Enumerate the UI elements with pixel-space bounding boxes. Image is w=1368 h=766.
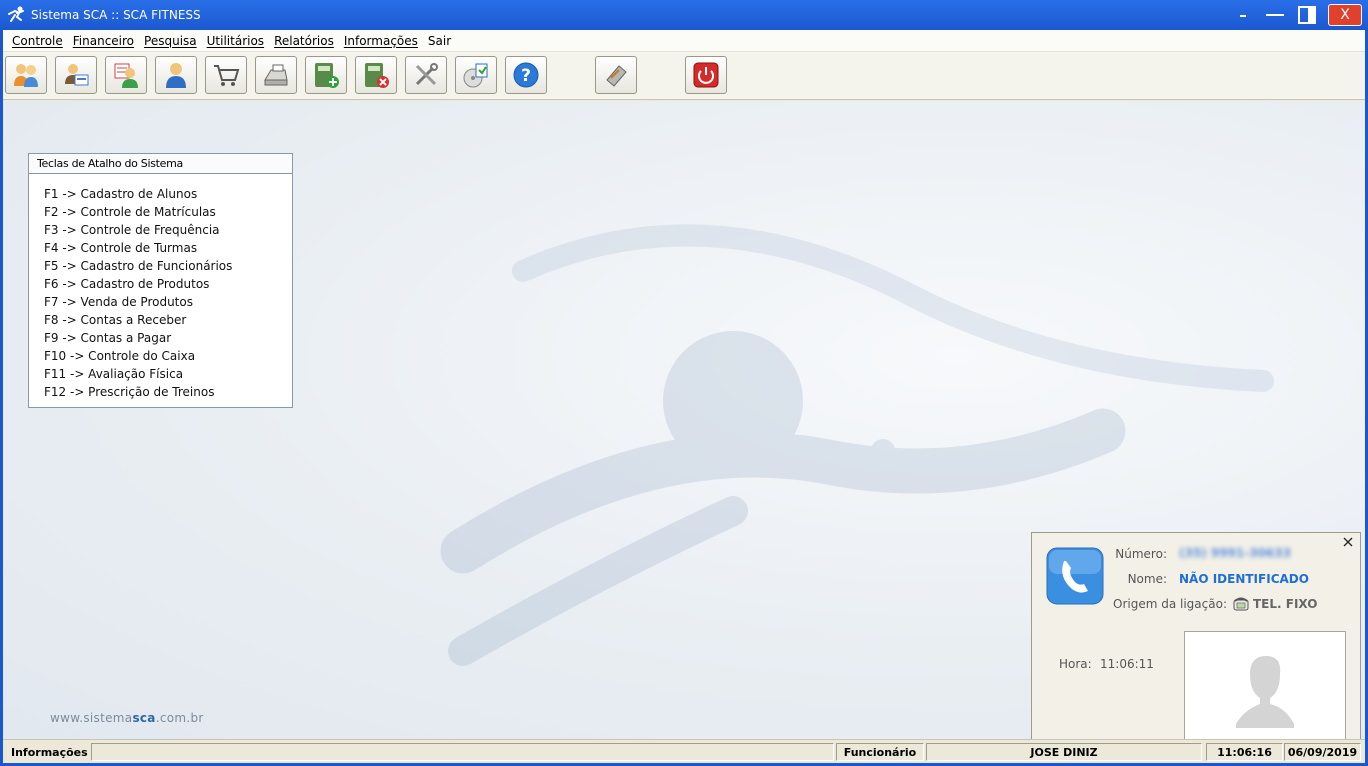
tools-button[interactable]: [405, 56, 447, 94]
close-button[interactable]: X: [1328, 4, 1362, 26]
maximize-button[interactable]: [1260, 3, 1290, 27]
status-role-label: Funcionário: [836, 743, 924, 761]
calculator-remove-button[interactable]: [355, 56, 397, 94]
caller-name-value: NÃO IDENTIFICADO: [1179, 572, 1309, 586]
menu-financeiro[interactable]: Financeiro: [68, 34, 139, 48]
cash-register-icon: [264, 64, 288, 86]
menu-controle[interactable]: Controle: [7, 34, 68, 48]
cash-register-button[interactable]: [255, 56, 297, 94]
attendance-icon: [114, 63, 138, 88]
shortcut-f4: F4 -> Controle de Turmas: [44, 241, 198, 255]
shortcut-f6: F6 -> Cadastro de Produtos: [44, 277, 210, 291]
employee-button[interactable]: [155, 56, 197, 94]
status-time: 11:06:16: [1206, 743, 1283, 761]
minimize-button[interactable]: [1228, 3, 1258, 27]
backup-button[interactable]: [455, 56, 497, 94]
menu-sair[interactable]: Sair: [423, 34, 456, 48]
shortcut-f1: F1 -> Cadastro de Alunos: [44, 187, 198, 201]
minimize-icon: [1240, 15, 1246, 17]
dash-icon: [1266, 14, 1284, 16]
restore-button[interactable]: [1292, 3, 1322, 27]
call-time-value: 11:06:11: [1100, 657, 1154, 671]
menu-bar: Controle Financeiro Pesquisa Utilitários…: [3, 30, 1365, 52]
call-time-label: Hora:: [1059, 657, 1092, 671]
calculator-add-button[interactable]: [305, 56, 347, 94]
calculator-remove-icon: [365, 63, 389, 88]
students-icon: [14, 64, 38, 87]
shortcut-f11: F11 -> Avaliação Física: [44, 367, 184, 381]
site-brand: sca: [132, 711, 156, 725]
toolbar: ?: [3, 52, 1365, 100]
caller-number-label: Número:: [1115, 547, 1167, 561]
shortcut-f5: F5 -> Cadastro de Funcionários: [44, 259, 233, 273]
desktop-area: Teclas de Atalho do Sistema F1 -> Cadast…: [3, 101, 1365, 739]
main-window: Controle Financeiro Pesquisa Utilitários…: [0, 30, 1368, 766]
person-silhouette-icon: [1236, 656, 1294, 728]
ticket-icon: [606, 65, 627, 87]
shortcut-f8: F8 -> Contas a Receber: [44, 313, 187, 327]
app-runner-icon: [8, 6, 24, 22]
caller-id-panel: Número: (35) 9991-30633 Nome: NÃO IDENTI…: [1031, 532, 1361, 739]
backup-disc-icon: [463, 63, 488, 88]
status-user: JOSE DINIZ: [926, 743, 1202, 761]
website-link[interactable]: www.sistemasca.com.br: [50, 711, 204, 725]
menu-informacoes[interactable]: Informações: [339, 34, 423, 48]
menu-utilitarios[interactable]: Utilitários: [202, 34, 269, 48]
menu-pesquisa[interactable]: Pesquisa: [139, 34, 202, 48]
close-icon[interactable]: [1342, 536, 1354, 548]
window-controls: X: [1226, 0, 1368, 30]
caller-number-value: (35) 9991-30633: [1179, 546, 1291, 560]
restore-icon: [1298, 6, 1316, 24]
shortcut-list: F1 -> Cadastro de Alunos F2 -> Controle …: [29, 174, 292, 401]
title-bar: Sistema SCA :: SCA FITNESS X: [0, 0, 1368, 30]
shortcut-f2: F2 -> Controle de Matrículas: [44, 205, 216, 219]
shortcut-keys-panel: Teclas de Atalho do Sistema F1 -> Cadast…: [28, 153, 293, 408]
shortcut-f12: F12 -> Prescrição de Treinos: [44, 385, 215, 399]
site-suffix: .com.br: [155, 711, 204, 725]
phone-icon: [1046, 547, 1104, 605]
caller-name-label: Nome:: [1127, 572, 1167, 586]
caller-origin-value: TEL. FIXO: [1253, 597, 1318, 611]
cart-icon: [214, 65, 240, 86]
calculator-add-icon: [315, 63, 339, 88]
shortcut-f9: F9 -> Contas a Pagar: [44, 331, 172, 345]
power-icon: [693, 62, 719, 88]
student-card-icon: [65, 64, 89, 86]
landline-phone-icon: [1233, 597, 1249, 611]
status-date: 06/09/2019: [1284, 743, 1361, 761]
attendance-button[interactable]: [105, 56, 147, 94]
window-title: Sistema SCA :: SCA FITNESS: [31, 8, 201, 22]
help-button[interactable]: ?: [505, 56, 547, 94]
employee-icon: [166, 63, 186, 88]
shortcut-f3: F3 -> Controle de Frequência: [44, 223, 220, 237]
student-card-button[interactable]: [55, 56, 97, 94]
status-info-label: Informações: [11, 745, 88, 759]
help-icon: ?: [513, 62, 539, 88]
shortcut-panel-title: Teclas de Atalho do Sistema: [29, 154, 292, 174]
students-button[interactable]: [5, 56, 47, 94]
caller-origin-label: Origem da ligação:: [1113, 597, 1227, 611]
power-button[interactable]: [685, 56, 727, 94]
shortcut-f7: F7 -> Venda de Produtos: [44, 295, 193, 309]
caller-photo: [1184, 631, 1346, 739]
status-info-value: [91, 743, 834, 761]
cart-button[interactable]: [205, 56, 247, 94]
menu-relatorios[interactable]: Relatórios: [269, 34, 339, 48]
status-bar: Informações Funcionário JOSE DINIZ 11:06…: [3, 739, 1365, 763]
site-prefix: www.sistema: [50, 711, 133, 725]
svg-text:?: ?: [521, 66, 531, 86]
ticket-button[interactable]: [595, 56, 637, 94]
shortcut-f10: F10 -> Controle do Caixa: [44, 349, 196, 363]
tools-icon: [415, 63, 438, 86]
